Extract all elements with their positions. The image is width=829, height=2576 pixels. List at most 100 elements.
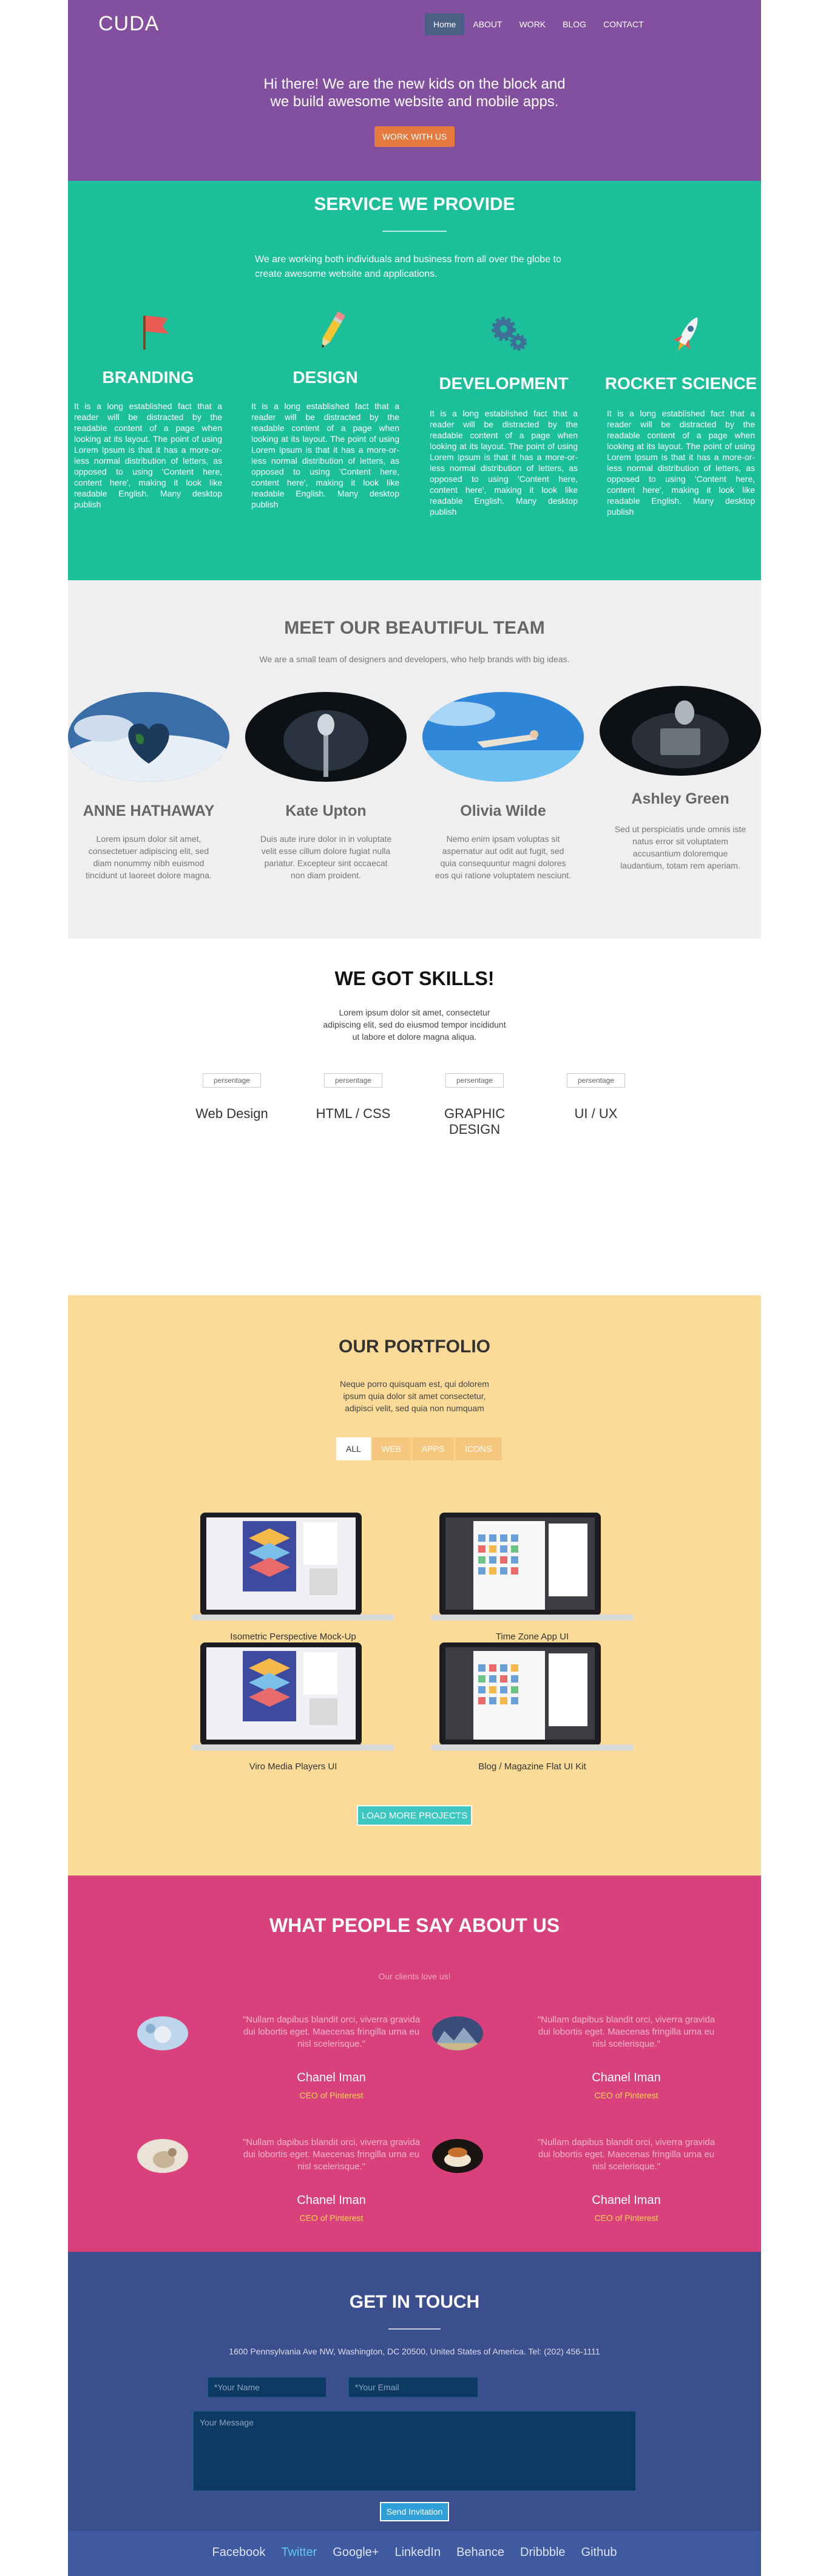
- service-title: DESIGN: [293, 368, 358, 387]
- testimonial-role: CEO of Pinterest: [299, 2090, 364, 2100]
- gears-icon: [492, 317, 527, 351]
- linkedin-link[interactable]: LinkedIn: [394, 2546, 441, 2560]
- member-name: ANNE HATHAWAY: [83, 802, 215, 819]
- percentage-image: persentage: [567, 1073, 625, 1088]
- skill-label: Web Design: [195, 1106, 268, 1121]
- services-subtitle: We are working both individuals and busi…: [255, 254, 561, 279]
- member-name: Ashley Green: [631, 790, 729, 807]
- filter-icons[interactable]: ICONS: [455, 1437, 502, 1460]
- testimonials-title: WHAT PEOPLE SAY ABOUT US: [269, 1914, 560, 1936]
- testimonial-role: CEO of Pinterest: [299, 2213, 364, 2223]
- service-title: DEVELOPMENT: [439, 374, 569, 393]
- rocket-icon: [673, 317, 698, 351]
- member-photo: [245, 692, 407, 782]
- testimonial-role: CEO of Pinterest: [594, 2090, 658, 2100]
- testimonial-name: Chanel Iman: [592, 2071, 661, 2084]
- portfolio-section: OUR PORTFOLIO Neque porro quisquam est, …: [68, 1295, 761, 1876]
- filter-all[interactable]: ALL: [336, 1437, 371, 1460]
- avatar: [137, 2139, 188, 2173]
- testimonial-quote: "Nullam dapibus blandit orci, viverra gr…: [242, 2015, 421, 2049]
- nav-home[interactable]: Home: [425, 13, 465, 35]
- github-link[interactable]: Github: [581, 2546, 617, 2560]
- header: CUDA Home ABOUT WORK BLOG CONTACT Hi the…: [68, 0, 761, 181]
- nav-about[interactable]: ABOUT: [464, 13, 510, 35]
- load-more-button[interactable]: LOAD MORE PROJECTS: [357, 1805, 472, 1826]
- member-bio: Lorem ipsum dolor sit amet, consectetuer…: [86, 834, 212, 880]
- team-title: MEET OUR BEAUTIFUL TEAM: [284, 618, 545, 638]
- testimonials-subtitle: Our clients love us!: [378, 1971, 451, 1981]
- services-section: SERVICE WE PROVIDE We are working both i…: [68, 181, 761, 580]
- member-bio: Sed ut perspiciatis unde omnis iste natu…: [614, 824, 746, 870]
- name-input[interactable]: [208, 2377, 327, 2398]
- hero-text: Hi there! We are the new kids on the blo…: [68, 75, 761, 110]
- portfolio-subtitle: Neque porro quisquam est, qui dolorem ip…: [340, 1379, 489, 1413]
- testimonial-quote: "Nullam dapibus blandit orci, viverra gr…: [242, 2137, 421, 2172]
- testimonial-quote: "Nullam dapibus blandit orci, viverra gr…: [537, 2015, 716, 2049]
- send-invitation-button[interactable]: Send Invitation: [380, 2502, 449, 2521]
- service-text: It is a long established fact that a rea…: [74, 401, 222, 509]
- testimonial-name: Chanel Iman: [592, 2194, 661, 2207]
- service-text: It is a long established fact that a rea…: [251, 401, 399, 509]
- avatar: [137, 2016, 188, 2050]
- testimonial-name: Chanel Iman: [297, 2194, 366, 2207]
- percentage-image: persentage: [203, 1073, 261, 1088]
- nav-work[interactable]: WORK: [511, 13, 555, 35]
- member-bio: Duis aute irure dolor in in voluptate ve…: [260, 834, 392, 880]
- team-subtitle: We are a small team of designers and dev…: [259, 654, 570, 664]
- service-text: It is a long established fact that a rea…: [430, 408, 578, 517]
- social-links: Facebook Twitter Google+ LinkedIn Behanc…: [68, 2546, 761, 2560]
- hero-line-2: we build awesome website and mobile apps…: [270, 93, 559, 110]
- portfolio-caption: Blog / Magazine Flat UI Kit: [478, 1761, 586, 1772]
- percentage-image: persentage: [324, 1073, 382, 1088]
- service-text: It is a long established fact that a rea…: [607, 408, 755, 517]
- skill-label: UI / UX: [574, 1106, 618, 1121]
- skills-title: WE GOT SKILLS!: [334, 968, 495, 989]
- email-input[interactable]: [348, 2377, 478, 2398]
- member-photo: [600, 686, 761, 776]
- divider: [388, 2328, 441, 2330]
- dribbble-link[interactable]: Dribbble: [520, 2546, 565, 2560]
- divider: [382, 231, 447, 232]
- laptop-mockup: [431, 1642, 634, 1751]
- testimonial-quote: "Nullam dapibus blandit orci, viverra gr…: [537, 2137, 716, 2172]
- testimonials-section: WHAT PEOPLE SAY ABOUT US Our clients lov…: [68, 1876, 761, 2252]
- member-name: Olivia Wilde: [460, 802, 546, 819]
- logo[interactable]: CUDA: [98, 12, 159, 36]
- portfolio-filters: ALL WEB APPS ICONS: [336, 1437, 503, 1460]
- nav-contact[interactable]: CONTACT: [595, 13, 652, 35]
- percentage-image: persentage: [445, 1073, 504, 1088]
- contact-address: 1600 Pennsylvania Ave NW, Washington, DC…: [229, 2347, 600, 2356]
- main-nav: Home ABOUT WORK BLOG CONTACT: [425, 13, 652, 35]
- portfolio-caption: Viro Media Players UI: [249, 1761, 337, 1772]
- work-with-us-button[interactable]: WORK WITH US: [374, 126, 455, 147]
- facebook-link[interactable]: Facebook: [212, 2546, 266, 2560]
- message-textarea[interactable]: [193, 2411, 636, 2491]
- testimonial-role: CEO of Pinterest: [594, 2213, 658, 2223]
- filter-apps[interactable]: APPS: [411, 1437, 455, 1460]
- service-title: BRANDING: [102, 368, 194, 387]
- laptop-mockup: [192, 1513, 394, 1621]
- member-photo: [68, 692, 229, 782]
- skills-subtitle: Lorem ipsum dolor sit amet, consectetur …: [323, 1008, 506, 1042]
- member-photo: [422, 692, 584, 782]
- twitter-link[interactable]: Twitter: [281, 2546, 317, 2560]
- contact-title: GET IN TOUCH: [349, 2292, 480, 2312]
- google-plus-link[interactable]: Google+: [333, 2546, 379, 2560]
- portfolio-title: OUR PORTFOLIO: [339, 1337, 490, 1357]
- skill-label: HTML / CSS: [316, 1106, 391, 1121]
- behance-link[interactable]: Behance: [456, 2546, 504, 2560]
- laptop-mockup: [431, 1513, 634, 1621]
- footer: Facebook Twitter Google+ LinkedIn Behanc…: [68, 2531, 761, 2576]
- laptop-mockup: [192, 1642, 394, 1751]
- services-title: SERVICE WE PROVIDE: [314, 194, 515, 214]
- filter-web[interactable]: WEB: [371, 1437, 411, 1460]
- contact-section: GET IN TOUCH 1600 Pennsylvania Ave NW, W…: [68, 2252, 761, 2531]
- hero-line-1: Hi there! We are the new kids on the blo…: [263, 76, 566, 92]
- pencil-icon: [322, 311, 346, 348]
- testimonial-name: Chanel Iman: [297, 2071, 366, 2084]
- nav-blog[interactable]: BLOG: [554, 13, 595, 35]
- avatar: [432, 2016, 483, 2050]
- member-bio: Nemo enim ipsam voluptas sit aspernatur …: [435, 834, 572, 880]
- avatar: [432, 2139, 483, 2173]
- team-section: MEET OUR BEAUTIFUL TEAM We are a small t…: [68, 580, 761, 938]
